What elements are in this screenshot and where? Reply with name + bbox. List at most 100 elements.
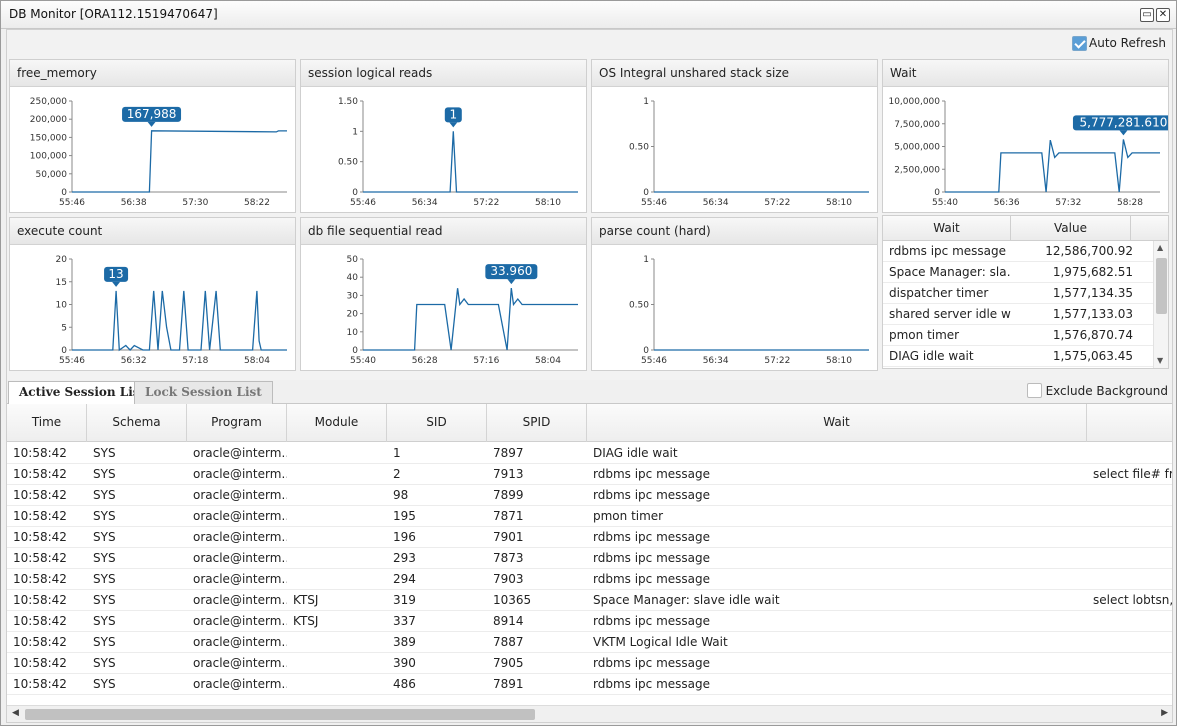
- cell-sid: 389: [393, 635, 416, 649]
- table-row[interactable]: 10:58:42 SYS oracle@interm… KTSJ 319 10365 Spa…: [7, 590, 1172, 611]
- chart-title: execute count: [10, 218, 295, 245]
- y-tick-label: 40: [347, 273, 359, 283]
- wait-table-row[interactable]: DIAG idle wait 1,575,063.45: [883, 346, 1168, 367]
- cell-time: 10:58:42: [13, 677, 67, 691]
- cell-spid: 8914: [493, 614, 524, 628]
- cell-spid: 7905: [493, 656, 524, 670]
- y-tick-label: 0.50: [338, 158, 358, 168]
- column-header-wait[interactable]: Wait: [587, 404, 1087, 442]
- table-row[interactable]: 10:58:42 SYS oracle@interm… 389 7887 VKTM Log…: [7, 632, 1172, 653]
- horizontal-scrollbar[interactable]: ◀ ▶: [7, 705, 1172, 722]
- cell-sid: 337: [393, 614, 416, 628]
- x-tick-label: 55:46: [641, 198, 667, 208]
- wait-table-row[interactable]: dispatcher timer 1,577,134.35: [883, 283, 1168, 304]
- title-bar[interactable]: DB Monitor [ORA112.1519470647] ▭ ✕: [1, 1, 1176, 29]
- exclude-background-toggle[interactable]: Exclude Background: [1026, 383, 1168, 398]
- restore-icon[interactable]: ▭: [1140, 8, 1154, 22]
- x-tick-label: 57:22: [764, 198, 790, 208]
- cell-sql: select file# fro: [1093, 467, 1172, 481]
- x-tick-label: 56:34: [412, 198, 438, 208]
- x-tick-label: 56:36: [994, 198, 1020, 208]
- cell-program: oracle@interm…: [193, 509, 287, 523]
- wait-table-row[interactable]: shared server idle w… 1,577,133.03: [883, 304, 1168, 325]
- auto-refresh-toggle[interactable]: Auto Refresh: [1072, 34, 1166, 52]
- cell-spid: 10365: [493, 593, 532, 607]
- chart-panel-execute-count: execute count 20 15 10 5 0 55:46 56:32 57:18 58:…: [9, 217, 296, 371]
- cell-wait: rdbms ipc message: [593, 488, 711, 502]
- horizontal-scroll-thumb[interactable]: [25, 709, 535, 720]
- cell-program: oracle@interm…: [193, 446, 287, 460]
- wait-column-header[interactable]: Wait: [883, 216, 1011, 240]
- window-title: DB Monitor [ORA112.1519470647]: [9, 7, 218, 21]
- table-row[interactable]: 10:58:42 SYS oracle@interm… 1 7897 DIAG idle …: [7, 443, 1172, 464]
- chart-panel-wait: Wait 10,000,000 7,500,000 5,000,000 2,500,0…: [882, 59, 1169, 213]
- cell-schema: SYS: [93, 656, 116, 670]
- scroll-left-icon[interactable]: ◀: [12, 708, 19, 718]
- monitor-content: Auto Refresh free_memory 250,000 200,000 1…: [6, 29, 1173, 723]
- y-tick-label: 20: [56, 255, 68, 265]
- cell-sid: 486: [393, 677, 416, 691]
- cell-wait: rdbms ipc message: [593, 572, 711, 586]
- cell-spid: 7897: [493, 446, 524, 460]
- value-column-header[interactable]: Value: [1011, 216, 1131, 240]
- y-tick-label: 1: [352, 127, 358, 137]
- cell-sql: select lobtsn, l: [1093, 593, 1172, 607]
- wait-name-cell: dispatcher timer: [889, 286, 989, 300]
- y-tick-label: 15: [56, 278, 67, 288]
- x-tick-label: 57:32: [1055, 198, 1081, 208]
- cell-spid: 7901: [493, 530, 524, 544]
- cell-time: 10:58:42: [13, 635, 67, 649]
- chart-panel-os-integral-unshared-stack-size: OS Integral unshared stack size 1 0.50 0 55…: [591, 59, 878, 213]
- column-header-module[interactable]: Module: [287, 404, 387, 442]
- y-tick-label: 50,000: [36, 170, 68, 180]
- y-tick-label: 200,000: [30, 115, 67, 125]
- chart-wait: 10,000,000 7,500,000 5,000,000 2,500,000 055…: [888, 97, 1168, 208]
- cell-schema: SYS: [93, 488, 116, 502]
- table-row[interactable]: 10:58:42 SYS oracle@interm… 293 7873 rdbms ip…: [7, 548, 1172, 569]
- table-row[interactable]: 10:58:42 SYS oracle@interm… KTSJ 337 8914 rdbm…: [7, 611, 1172, 632]
- close-icon[interactable]: ✕: [1156, 8, 1170, 22]
- auto-refresh-checkbox[interactable]: [1072, 35, 1087, 51]
- table-row[interactable]: 10:58:42 SYS oracle@interm… 195 7871 pmon tim…: [7, 506, 1172, 527]
- wait-name-cell: pmon timer: [889, 328, 960, 342]
- table-row[interactable]: 10:58:42 SYS oracle@interm… 294 7903 rdbms ip…: [7, 569, 1172, 590]
- cell-sid: 195: [393, 509, 416, 523]
- table-row[interactable]: 10:58:42 SYS oracle@interm… 2 7913 rdbms ipc …: [7, 464, 1172, 485]
- column-header-program[interactable]: Program: [187, 404, 287, 442]
- cell-wait: Space Manager: slave idle wait: [593, 593, 780, 607]
- column-header-sql[interactable]: [1087, 404, 1172, 442]
- wait-table-scrollbar[interactable]: ▲ ▼: [1153, 241, 1168, 368]
- column-header-schema[interactable]: Schema: [87, 404, 187, 442]
- cell-program: oracle@interm…: [193, 677, 287, 691]
- table-row[interactable]: 10:58:42 SYS oracle@interm… 196 7901 rdbms ip…: [7, 527, 1172, 548]
- column-header-sid[interactable]: SID: [387, 404, 487, 442]
- cell-time: 10:58:42: [13, 509, 67, 523]
- x-tick-label: 58:22: [244, 198, 270, 208]
- scroll-down-icon[interactable]: ▼: [1157, 356, 1163, 365]
- scroll-up-icon[interactable]: ▲: [1157, 243, 1163, 252]
- tab-lock-session-list[interactable]: Lock Session List: [134, 381, 273, 404]
- x-tick-label: 58:10: [826, 356, 852, 366]
- series-line: [72, 130, 287, 193]
- wait-table-row[interactable]: Space Manager: sla… 1,975,682.51: [883, 262, 1168, 283]
- y-tick-label: 0: [352, 346, 358, 356]
- exclude-background-checkbox[interactable]: [1026, 383, 1042, 398]
- scroll-right-icon[interactable]: ▶: [1161, 708, 1168, 718]
- cell-sid: 2: [393, 467, 401, 481]
- table-row[interactable]: 10:58:42 SYS oracle@interm… 390 7905 rdbms ip…: [7, 653, 1172, 674]
- cell-program: oracle@interm…: [193, 656, 287, 670]
- scroll-thumb[interactable]: [1156, 258, 1167, 314]
- table-row[interactable]: 10:58:42 SYS oracle@interm… 98 7899 rdbms ipc…: [7, 485, 1172, 506]
- y-tick-label: 1: [643, 97, 649, 107]
- wait-table-row[interactable]: rdbms ipc message 12,586,700.92: [883, 241, 1168, 262]
- cell-schema: SYS: [93, 551, 116, 565]
- table-row[interactable]: 10:58:42 SYS oracle@interm… 486 7891 rdbms ip…: [7, 674, 1172, 695]
- wait-table-row[interactable]: pmon timer 1,576,870.74: [883, 325, 1168, 346]
- column-header-spid[interactable]: SPID: [487, 404, 587, 442]
- y-tick-label: 1: [643, 255, 649, 265]
- cell-spid: 7873: [493, 551, 524, 565]
- x-tick-label: 56:38: [121, 198, 147, 208]
- series-line: [363, 131, 578, 193]
- y-tick-label: 30: [347, 291, 359, 301]
- column-header-time[interactable]: Time: [7, 404, 87, 442]
